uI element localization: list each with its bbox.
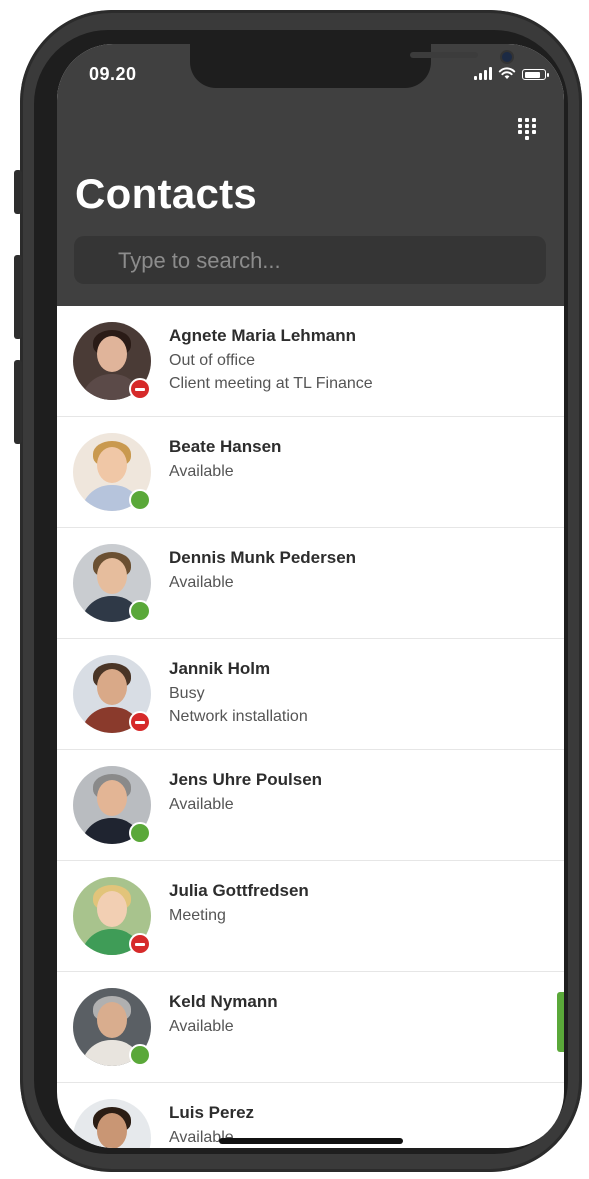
contact-status: Available (169, 796, 234, 813)
battery-icon (522, 69, 549, 80)
contact-name: Beate Hansen (169, 437, 282, 456)
available-status-icon (129, 489, 151, 511)
front-camera (500, 50, 514, 64)
home-indicator[interactable] (219, 1138, 403, 1144)
signal-icon (474, 67, 492, 80)
contact-note: Client meeting at TL Finance (169, 375, 373, 392)
contact-name: Agnete Maria Lehmann (169, 326, 357, 345)
search-bar[interactable] (74, 236, 546, 286)
contact-name: Jens Uhre Poulsen (169, 770, 323, 789)
available-status-icon (129, 1044, 151, 1066)
contact-row[interactable]: Julia Gottfredsen Meeting (57, 861, 564, 972)
contact-status: Meeting (169, 907, 226, 924)
contact-name: Luis Perez (169, 1103, 255, 1122)
contact-note: Network installation (169, 708, 308, 725)
volume-up-button (14, 255, 22, 339)
contact-row[interactable]: Agnete Maria Lehmann Out of office Clien… (57, 306, 564, 417)
contact-status: Out of office (169, 352, 255, 369)
contact-row[interactable]: Jannik Holm Busy Network installation (57, 639, 564, 750)
page-title: Contacts (75, 170, 258, 217)
contact-row[interactable]: Beate Hansen Available (57, 417, 564, 528)
phone-screen: 09.20 Contacts Type to search... Agnete … (57, 44, 564, 1148)
busy-status-icon (129, 933, 151, 955)
busy-status-icon (129, 378, 151, 400)
mute-switch (14, 170, 22, 214)
contact-name: Dennis Munk Pedersen (169, 548, 357, 567)
status-icons (474, 66, 549, 80)
volume-down-button (14, 360, 22, 444)
contact-status: Available (169, 574, 234, 591)
available-status-icon (129, 600, 151, 622)
contact-status: Available (169, 1018, 234, 1035)
search-input[interactable] (116, 236, 540, 286)
dialpad-icon[interactable] (517, 118, 543, 146)
contact-row[interactable]: Dennis Munk Pedersen Available (57, 528, 564, 639)
busy-status-icon (129, 711, 151, 733)
avatar (73, 1099, 151, 1148)
contact-name: Jannik Holm (169, 659, 271, 678)
contact-row[interactable]: Keld Nymann Available (57, 972, 564, 1083)
contact-row[interactable]: Jens Uhre Poulsen Available (57, 750, 564, 861)
wifi-icon (498, 67, 516, 79)
available-status-icon (129, 822, 151, 844)
side-panel-handle[interactable] (557, 992, 564, 1052)
contact-name: Keld Nymann (169, 992, 278, 1011)
status-time: 09.20 (89, 64, 137, 84)
contact-status: Available (169, 463, 234, 480)
contact-name: Julia Gottfredsen (169, 881, 309, 900)
contact-status: Busy (169, 685, 205, 702)
app-header: 09.20 Contacts (57, 44, 564, 306)
notch (190, 44, 514, 88)
speaker-grille (410, 52, 478, 58)
contact-list: Agnete Maria Lehmann Out of office Clien… (57, 306, 564, 1148)
